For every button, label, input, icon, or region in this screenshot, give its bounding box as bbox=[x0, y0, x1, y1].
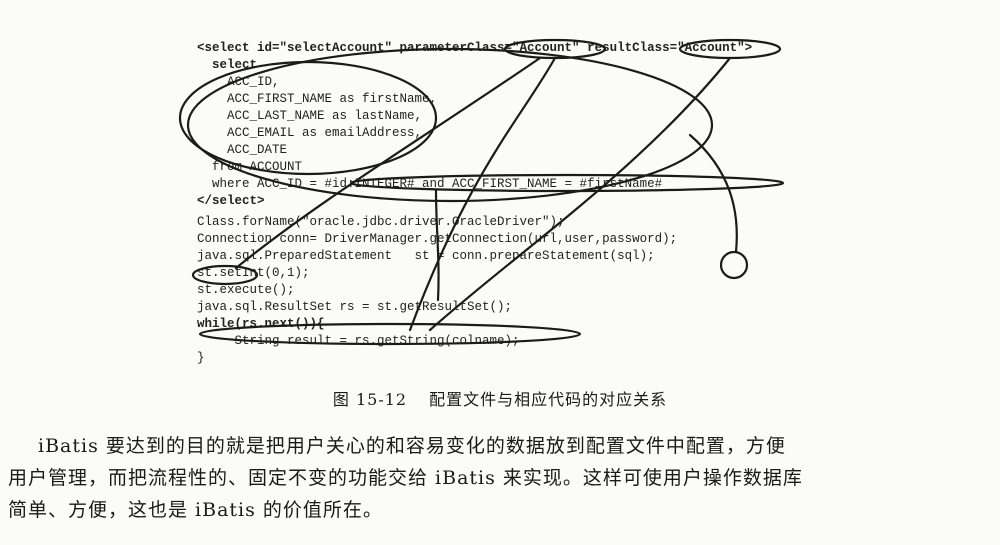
code-line: String result = rs.getString(colname); bbox=[197, 334, 520, 348]
figure-caption: 图 15-12 配置文件与相应代码的对应关系 bbox=[0, 386, 1000, 410]
caption-number: 图 15-12 bbox=[332, 390, 408, 409]
annotation-ellipse bbox=[719, 250, 749, 280]
code-line: </select> bbox=[197, 194, 265, 208]
code-line: where ACC_ID = #id:INTEGER# and ACC_FIRS… bbox=[197, 177, 663, 191]
body-line: 用户管理，而把流程性的、固定不变的功能交给 iBatis 来实现。这样可使用户操… bbox=[8, 467, 803, 489]
code-line: ACC_DATE bbox=[197, 143, 288, 157]
code-line: ACC_ID, bbox=[197, 75, 280, 89]
code-line: ACC_EMAIL as emailAddress, bbox=[197, 126, 423, 140]
code-line: <select id="selectAccount" parameterClas… bbox=[197, 41, 753, 55]
annotation-line bbox=[688, 133, 738, 254]
code-line: Class.forName("oracle.jdbc.driver.Oracle… bbox=[197, 215, 565, 229]
code-figure: <select id="selectAccount" parameterClas… bbox=[0, 0, 1000, 380]
code-line: ACC_FIRST_NAME as firstName, bbox=[197, 92, 438, 106]
code-line: } bbox=[197, 351, 205, 365]
code-line: st.execute(); bbox=[197, 283, 295, 297]
code-line: st.setInt(0,1); bbox=[197, 266, 310, 280]
annotation-line bbox=[428, 56, 732, 332]
body-line: 简单、方便，这也是 iBatis 的价值所在。 bbox=[8, 499, 383, 521]
code-line: ACC_LAST_NAME as lastName, bbox=[197, 109, 423, 123]
code-line: while(rs.next()){ bbox=[197, 317, 325, 331]
body-line: iBatis 要达到的目的就是把用户关心的和容易变化的数据放到配置文件中配置，方… bbox=[38, 435, 786, 457]
code-line: java.sql.PreparedStatement st = conn.pre… bbox=[197, 249, 655, 263]
code-line: select bbox=[197, 58, 258, 72]
code-line: from ACCOUNT bbox=[197, 160, 303, 174]
body-paragraph: iBatis 要达到的目的就是把用户关心的和容易变化的数据放到配置文件中配置，方… bbox=[8, 430, 992, 526]
code-line: Connection conn= DriverManager.getConnec… bbox=[197, 232, 678, 246]
caption-text: 配置文件与相应代码的对应关系 bbox=[429, 390, 668, 409]
code-line: java.sql.ResultSet rs = st.getResultSet(… bbox=[197, 300, 513, 314]
